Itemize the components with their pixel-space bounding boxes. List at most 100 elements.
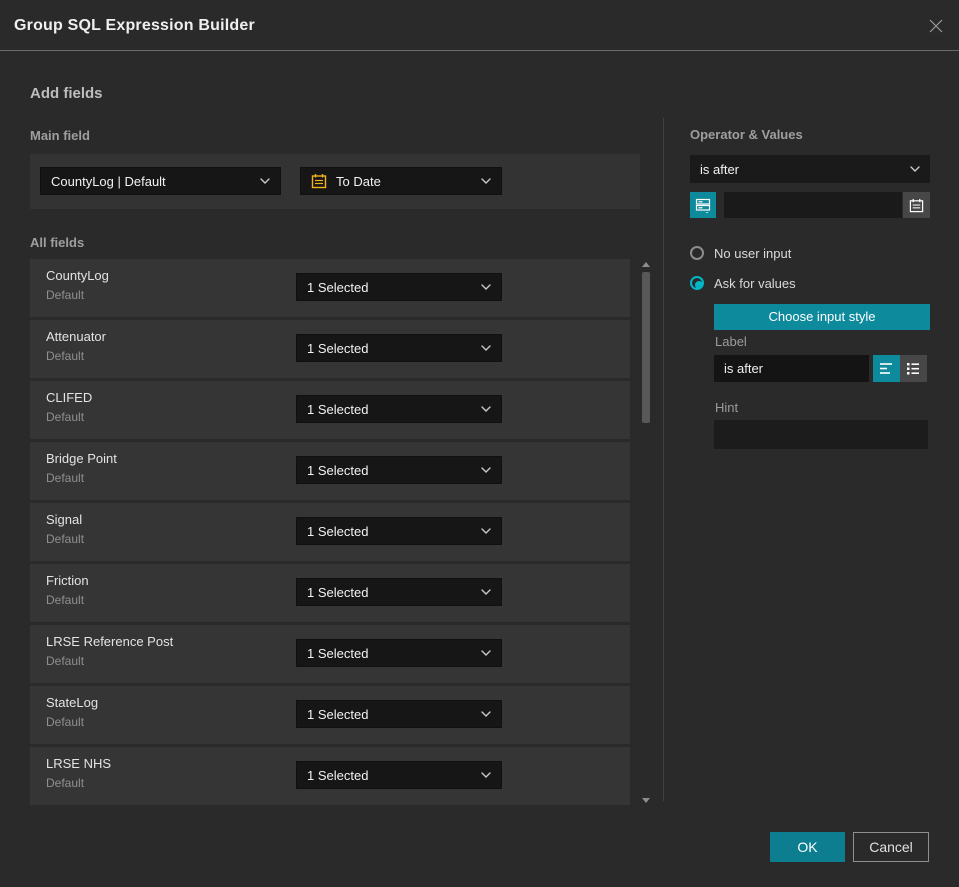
text-input-style-button[interactable] <box>873 355 900 382</box>
all-fields-label: All fields <box>30 235 85 250</box>
radio-ask-for-values[interactable]: Ask for values <box>690 274 796 292</box>
list-scrollbar <box>639 258 653 805</box>
field-type: Default <box>46 471 85 485</box>
field-selection-value: 1 Selected <box>307 767 369 783</box>
field-selection-value: 1 Selected <box>307 462 369 478</box>
align-left-icon <box>879 362 894 375</box>
field-selection-select[interactable]: 1 Selected <box>296 639 502 667</box>
field-selection-select[interactable]: 1 Selected <box>296 334 502 362</box>
field-name: CLIFED <box>46 390 93 405</box>
ok-button[interactable]: OK <box>770 832 845 862</box>
chevron-down-icon <box>481 650 491 656</box>
field-type: Default <box>46 349 85 363</box>
field-selection-value: 1 Selected <box>307 523 369 539</box>
cancel-button[interactable]: Cancel <box>853 832 929 862</box>
field-selection-select[interactable]: 1 Selected <box>296 517 502 545</box>
field-selection-select[interactable]: 1 Selected <box>296 273 502 301</box>
field-selection-select[interactable]: 1 Selected <box>296 761 502 789</box>
date-field-select[interactable]: To Date <box>300 167 502 195</box>
chevron-down-icon <box>481 284 491 290</box>
calendar-icon <box>311 173 327 189</box>
radio-icon <box>690 276 704 290</box>
field-type: Default <box>46 288 85 302</box>
field-selection-select[interactable]: 1 Selected <box>296 578 502 606</box>
operator-values-heading: Operator & Values <box>690 127 803 142</box>
chevron-down-icon <box>481 345 491 351</box>
value-input-row <box>690 192 930 218</box>
chevron-down-icon <box>910 166 920 172</box>
field-selection-value: 1 Selected <box>307 645 369 661</box>
field-selection-value: 1 Selected <box>307 706 369 722</box>
all-fields-list: CountyLog Default 1 Selected Attenuator … <box>30 259 630 808</box>
close-icon[interactable] <box>927 17 945 35</box>
field-type: Default <box>46 654 85 668</box>
field-name: Bridge Point <box>46 451 117 466</box>
field-row: Attenuator Default 1 Selected <box>30 320 630 378</box>
scroll-down-arrow-icon[interactable] <box>642 798 650 803</box>
value-input[interactable] <box>724 192 902 218</box>
main-field-panel: CountyLog | Default To Date <box>30 154 640 209</box>
field-name: CountyLog <box>46 268 109 283</box>
unique-values-icon <box>695 197 711 213</box>
field-row: LRSE Reference Post Default 1 Selected <box>30 625 630 683</box>
field-type: Default <box>46 593 85 607</box>
chevron-down-icon <box>481 711 491 717</box>
field-row: Bridge Point Default 1 Selected <box>30 442 630 500</box>
list-icon <box>906 362 921 375</box>
calendar-icon <box>909 198 924 213</box>
field-type: Default <box>46 715 85 729</box>
date-field-select-value: To Date <box>336 173 381 189</box>
hint-input[interactable] <box>714 420 928 449</box>
field-selection-value: 1 Selected <box>307 340 369 356</box>
radio-no-user-input[interactable]: No user input <box>690 244 791 262</box>
field-name: Friction <box>46 573 89 588</box>
panel-divider <box>663 118 664 801</box>
field-name: Signal <box>46 512 83 527</box>
field-row: CountyLog Default 1 Selected <box>30 259 630 317</box>
field-selection-value: 1 Selected <box>307 401 369 417</box>
field-row: StateLog Default 1 Selected <box>30 686 630 744</box>
field-name: StateLog <box>46 695 99 710</box>
main-field-select-value: CountyLog | Default <box>51 173 166 189</box>
date-picker-button[interactable] <box>903 192 930 218</box>
field-selection-select[interactable]: 1 Selected <box>296 700 502 728</box>
chevron-down-icon <box>481 178 491 184</box>
field-row: CLIFED Default 1 Selected <box>30 381 630 439</box>
hint-field-label: Hint <box>715 400 739 415</box>
titlebar: Group SQL Expression Builder <box>0 0 959 51</box>
field-type: Default <box>46 776 85 790</box>
choose-input-style-button[interactable]: Choose input style <box>714 304 930 330</box>
field-selection-value: 1 Selected <box>307 584 369 600</box>
field-type: Default <box>46 410 85 424</box>
field-row: Signal Default 1 Selected <box>30 503 630 561</box>
chevron-down-icon <box>481 467 491 473</box>
chevron-down-icon <box>481 528 491 534</box>
scroll-up-arrow-icon[interactable] <box>642 262 650 267</box>
field-selection-select[interactable]: 1 Selected <box>296 456 502 484</box>
field-type: Default <box>46 532 85 546</box>
field-name: LRSE Reference Post <box>46 634 174 649</box>
radio-label: Ask for values <box>714 275 796 291</box>
chevron-down-icon <box>481 589 491 595</box>
main-field-select[interactable]: CountyLog | Default <box>40 167 281 195</box>
main-field-label: Main field <box>30 128 90 143</box>
scrollbar-thumb[interactable] <box>642 272 650 423</box>
radio-icon <box>690 246 704 260</box>
field-row: Friction Default 1 Selected <box>30 564 630 622</box>
field-row: LRSE NHS Default 1 Selected <box>30 747 630 805</box>
operator-select[interactable]: is after <box>690 155 930 183</box>
field-name: Attenuator <box>46 329 106 344</box>
field-name: LRSE NHS <box>46 756 112 771</box>
operator-select-value: is after <box>700 161 740 177</box>
chevron-down-icon <box>481 406 491 412</box>
list-input-style-button[interactable] <box>900 355 927 382</box>
label-input[interactable] <box>714 355 869 382</box>
unique-values-button[interactable] <box>690 192 716 218</box>
radio-label: No user input <box>714 245 792 261</box>
chevron-down-icon <box>481 772 491 778</box>
dialog-title: Group SQL Expression Builder <box>14 17 255 34</box>
group-sql-expression-builder-dialog: Group SQL Expression Builder Add fields … <box>0 0 959 887</box>
label-field-label: Label <box>715 334 747 349</box>
field-selection-select[interactable]: 1 Selected <box>296 395 502 423</box>
add-fields-heading: Add fields <box>30 85 103 102</box>
